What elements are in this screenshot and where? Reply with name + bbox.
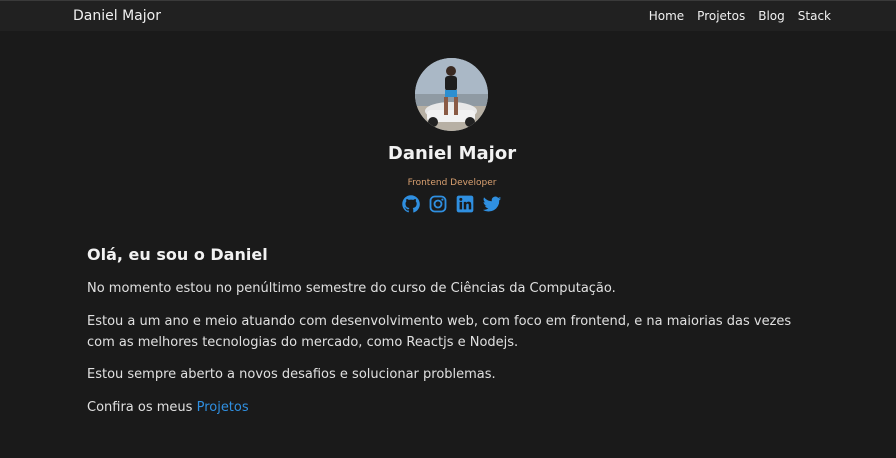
about-section: Olá, eu sou o Daniel No momento estou no… — [87, 245, 827, 415]
nav-blog[interactable]: Blog — [758, 9, 785, 23]
avatar — [415, 58, 488, 131]
social-links — [401, 194, 502, 214]
about-heading: Olá, eu sou o Daniel — [87, 245, 268, 264]
about-paragraph-course: No momento estou no penúltimo semestre d… — [87, 281, 616, 296]
about-paragraph-experience: Estou a um ano e meio atuando com desenv… — [87, 314, 792, 350]
nav-stack[interactable]: Stack — [798, 9, 831, 23]
linkedin-icon[interactable] — [455, 194, 475, 214]
navbar: Daniel Major Home Projetos Blog Stack — [0, 0, 896, 31]
projects-link[interactable]: Projetos — [197, 400, 249, 415]
projects-prefix-text: Confira os meus — [87, 400, 197, 415]
twitter-icon[interactable] — [482, 194, 502, 214]
instagram-icon[interactable] — [428, 194, 448, 214]
github-icon[interactable] — [401, 194, 421, 214]
nav-home[interactable]: Home — [649, 9, 684, 23]
profile-role: Frontend Developer — [407, 178, 497, 188]
about-paragraph-challenges: Estou sempre aberto a novos desafios e s… — [87, 367, 496, 382]
nav-links: Home Projetos Blog Stack — [649, 9, 831, 23]
nav-projetos[interactable]: Projetos — [697, 9, 745, 23]
about-paragraph-projects: Confira os meus Projetos — [87, 397, 249, 418]
brand-link[interactable]: Daniel Major — [73, 8, 161, 24]
profile-name: Daniel Major — [387, 143, 517, 164]
